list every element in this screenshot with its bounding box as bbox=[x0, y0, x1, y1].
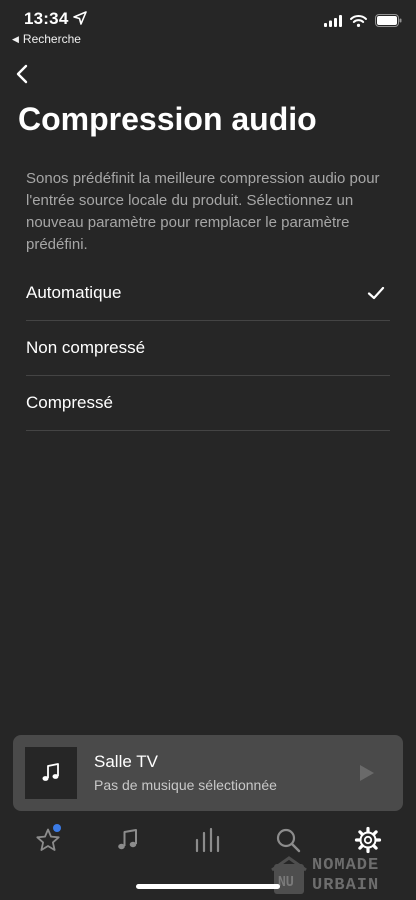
compression-options-list: Automatique Non compressé Compressé bbox=[26, 266, 390, 431]
battery-icon bbox=[375, 14, 402, 27]
wifi-icon bbox=[350, 14, 367, 27]
watermark-text: NOMADE URBAIN bbox=[312, 856, 379, 896]
watermark-line-2: URBAIN bbox=[312, 876, 380, 895]
signal-icon bbox=[324, 14, 342, 27]
svg-text:NU: NU bbox=[278, 875, 294, 890]
page-title: Compression audio bbox=[18, 101, 317, 137]
music-note-icon bbox=[118, 829, 137, 850]
home-indicator[interactable] bbox=[136, 884, 280, 889]
play-icon[interactable] bbox=[359, 764, 375, 782]
back-to-app-link[interactable]: ◀ Recherche bbox=[12, 32, 81, 46]
watermark-badge-icon: NU bbox=[271, 856, 307, 894]
watermark-line-1: NOMADE bbox=[312, 856, 380, 875]
option-compresse[interactable]: Compressé bbox=[26, 376, 390, 431]
album-art bbox=[25, 747, 77, 799]
option-label: Automatique bbox=[26, 283, 122, 302]
tab-favorites[interactable] bbox=[18, 818, 78, 862]
notification-badge bbox=[53, 824, 61, 832]
playback-status: Pas de musique sélectionnée bbox=[94, 777, 277, 793]
music-note-icon bbox=[42, 763, 59, 781]
room-name: Salle TV bbox=[94, 752, 158, 771]
back-triangle-icon: ◀ bbox=[12, 33, 19, 44]
tab-music[interactable] bbox=[98, 818, 158, 862]
back-chevron-icon[interactable] bbox=[12, 62, 34, 86]
gear-icon bbox=[354, 826, 382, 854]
option-non-compresse[interactable]: Non compressé bbox=[26, 321, 390, 376]
checkmark-icon bbox=[367, 286, 385, 300]
status-icons bbox=[324, 14, 402, 27]
watermark-logo: NU NOMADE URBAIN bbox=[268, 856, 416, 900]
back-app-label: Recherche bbox=[22, 32, 81, 46]
option-label: Compressé bbox=[26, 393, 113, 412]
option-automatique[interactable]: Automatique bbox=[26, 266, 390, 321]
search-icon bbox=[276, 828, 301, 853]
status-bar: 13:34 ◀ Recherche bbox=[0, 0, 416, 52]
now-playing-bar[interactable]: Salle TV Pas de musique sélectionnée bbox=[13, 735, 403, 811]
page-description: Sonos prédéfinit la meilleure compressio… bbox=[26, 170, 380, 253]
location-arrow-icon bbox=[73, 11, 87, 25]
status-time: 13:34 bbox=[24, 9, 69, 28]
option-label: Non compressé bbox=[26, 338, 146, 357]
rooms-icon bbox=[195, 827, 220, 853]
tab-rooms[interactable] bbox=[178, 818, 238, 862]
